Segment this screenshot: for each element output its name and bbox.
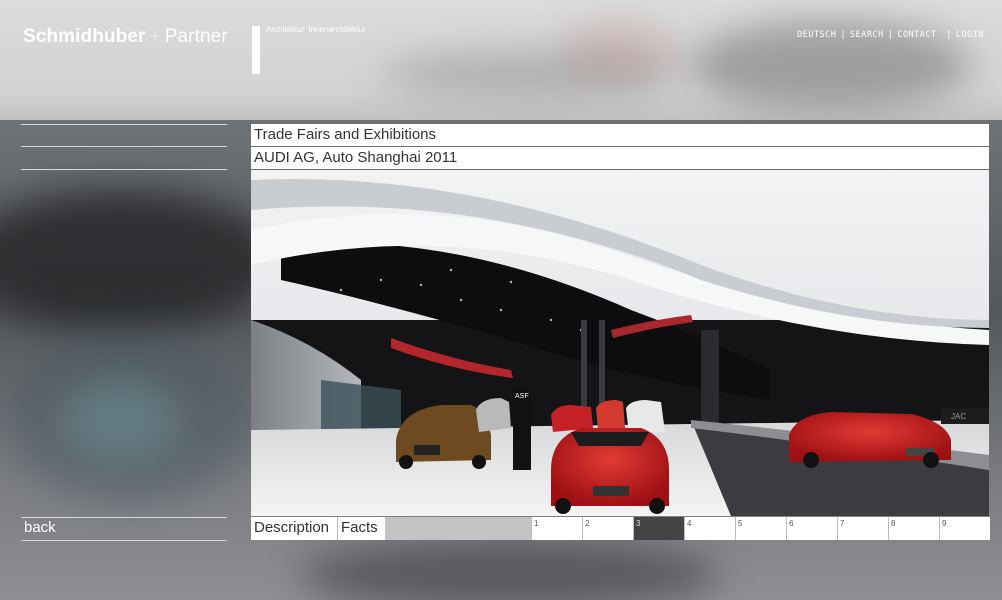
exhibition-stand-image: ASF JAC	[251, 170, 989, 516]
page-button-6[interactable]: 6	[786, 517, 837, 540]
photo-right-sign-text: JAC	[951, 412, 966, 421]
header-divider-bar	[252, 26, 260, 74]
nav-deutsch[interactable]: DEUTSCH	[797, 30, 836, 40]
subnav-architektur[interactable]: Architektur	[266, 25, 304, 34]
page-number: 4	[687, 519, 692, 528]
tab-facts[interactable]: Facts	[338, 517, 385, 540]
page-number: 8	[891, 519, 896, 528]
logo-name: Schmidhuber	[23, 26, 146, 47]
page-number: 9	[942, 519, 947, 528]
sidebar-divider	[21, 124, 227, 125]
project-title: AUDI AG, Auto Shanghai 2011	[254, 149, 458, 166]
site-logo[interactable]: Schmidhuber + Partner	[23, 26, 228, 48]
sidebar-divider	[21, 146, 227, 147]
sidebar-divider	[21, 517, 227, 518]
top-navigation: DEUTSCH | SEARCH | CONTACT | LOGIN	[797, 30, 984, 40]
page-button-8[interactable]: 8	[888, 517, 939, 540]
page-button-9[interactable]: 9	[939, 517, 990, 540]
tab-facts-label: Facts	[341, 519, 378, 536]
page-number: 2	[585, 519, 590, 528]
subnav-innenarchitektur[interactable]: Innenarchitektur	[308, 25, 365, 34]
nav-login[interactable]: LOGIN	[956, 30, 984, 40]
page-number: 7	[840, 519, 845, 528]
logo-plus: +	[149, 26, 161, 47]
page-button-2[interactable]: 2	[582, 517, 633, 540]
logo-partner: Partner	[164, 26, 228, 47]
sub-navigation: Architektur Innenarchitektur	[266, 25, 370, 34]
page-button-4[interactable]: 4	[684, 517, 735, 540]
category-title[interactable]: Trade Fairs and Exhibitions	[254, 126, 436, 143]
gallery-navigation-strip: Description Facts 1 2 3 4 5 6 7 8 9	[251, 517, 990, 540]
tab-description-label: Description	[254, 519, 330, 536]
photo-sign-text: ASF	[515, 393, 529, 400]
sidebar-divider	[21, 169, 227, 170]
nav-contact[interactable]: CONTACT	[897, 30, 936, 40]
back-link[interactable]: back	[24, 519, 56, 536]
page-button-5[interactable]: 5	[735, 517, 786, 540]
page-button-7[interactable]: 7	[837, 517, 888, 540]
project-title-bar: AUDI AG, Auto Shanghai 2011	[251, 147, 989, 169]
nav-search[interactable]: SEARCH	[850, 30, 884, 40]
page-number: 6	[789, 519, 794, 528]
tab-description[interactable]: Description	[251, 517, 338, 540]
project-photo[interactable]: ASF JAC	[251, 170, 989, 516]
page-number: 5	[738, 519, 743, 528]
page-number: 3	[636, 519, 641, 528]
page-button-3[interactable]: 3	[633, 517, 684, 540]
strip-filler	[385, 517, 531, 540]
sidebar-divider	[21, 540, 227, 541]
page-button-1[interactable]: 1	[531, 517, 582, 540]
category-title-bar: Trade Fairs and Exhibitions	[251, 124, 989, 146]
page-number: 1	[534, 519, 539, 528]
